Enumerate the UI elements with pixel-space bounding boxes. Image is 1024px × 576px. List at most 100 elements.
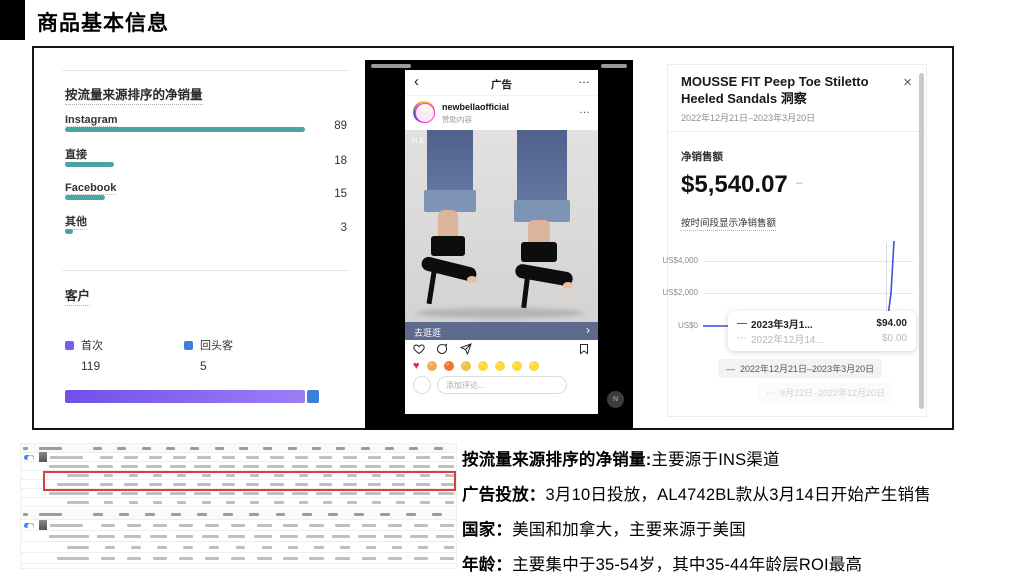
line-mark-icon: — <box>737 318 751 329</box>
ad-photo: NEWBE <box>405 130 598 322</box>
slide: 商品基本信息 按流量来源排序的净销量 Instagram89直接18Facebo… <box>0 0 1024 576</box>
ads-data-row <box>21 520 456 531</box>
ads-cell <box>115 456 139 459</box>
insight-title: MOUSSE FIT Peep Toe Stiletto Heeled Sand… <box>681 74 885 108</box>
chevron-right-icon: › <box>586 323 590 337</box>
ads-cell <box>404 557 430 560</box>
ads-cell <box>143 557 169 560</box>
ads-cell <box>310 492 334 495</box>
heart-eyes-emoji[interactable] <box>495 361 505 371</box>
ads-cell <box>261 447 285 450</box>
ads-cell <box>140 456 164 459</box>
traffic-bar <box>65 195 105 200</box>
wow-face-emoji[interactable] <box>512 361 522 371</box>
ads-cell <box>359 492 383 495</box>
legend-swatch <box>65 341 74 350</box>
ads-cell <box>407 456 431 459</box>
ads-cell <box>169 513 195 516</box>
joy-face-emoji[interactable] <box>529 361 539 371</box>
more-options-icon[interactable]: … <box>578 72 590 86</box>
heart-emoji[interactable]: ♥ <box>413 361 420 371</box>
ads-cell <box>117 513 143 516</box>
ads-cell <box>261 456 285 459</box>
ads-cell <box>91 456 115 459</box>
ads-cell <box>195 535 221 538</box>
toe-left <box>467 276 477 283</box>
ads-cell <box>407 492 431 495</box>
ads-cell <box>326 557 352 560</box>
ads-header-row <box>21 509 456 520</box>
ads-cell <box>300 546 326 549</box>
ads-cell <box>286 465 310 468</box>
ads-cell <box>188 456 212 459</box>
ads-cell <box>221 524 247 527</box>
like-icon[interactable] <box>413 343 425 355</box>
ads-cell <box>115 492 139 495</box>
ads-table-adsets <box>21 509 456 564</box>
ads-cell <box>91 524 117 527</box>
ads-cell <box>247 513 273 516</box>
ads-cell <box>430 546 456 549</box>
share-icon[interactable] <box>460 343 472 355</box>
close-icon[interactable]: × <box>903 74 912 91</box>
divider <box>668 131 926 132</box>
account-name[interactable]: newbellaofficial <box>442 102 509 112</box>
ads-cell <box>91 501 115 504</box>
note-text: 主要集中于35-54岁，其中35-44年龄层ROI最高 <box>512 556 862 574</box>
ads-data-row <box>21 553 456 564</box>
traffic-source-label: 其他 <box>65 213 87 230</box>
sandal-strap-right <box>521 242 557 262</box>
ads-cell <box>91 557 117 560</box>
stiletto-heel-right <box>521 278 530 308</box>
ads-cell <box>195 513 221 516</box>
ads-cell <box>326 546 352 549</box>
sad-face-emoji[interactable] <box>478 361 488 371</box>
note-line: 按流量来源排序的净销量:主要源于INS渠道 <box>462 446 1018 470</box>
scrollbar-thumb[interactable] <box>919 73 924 409</box>
ads-cell <box>169 546 195 549</box>
ads-cell <box>37 501 91 504</box>
ads-cell <box>404 546 430 549</box>
ads-cell <box>359 456 383 459</box>
raised-hands-emoji[interactable] <box>427 361 437 371</box>
ads-cell <box>247 557 273 560</box>
comment-icon[interactable] <box>436 343 448 355</box>
fire-emoji[interactable] <box>444 361 454 371</box>
main-panel: 按流量来源排序的净销量 Instagram89直接18Facebook15其他3… <box>32 46 954 430</box>
ads-cell <box>352 513 378 516</box>
legend-current-range[interactable]: —2022年12月21日–2023年3月20日 <box>718 359 882 378</box>
comment-row: 添加评论... <box>405 373 598 403</box>
floating-button[interactable]: N <box>607 391 624 408</box>
product-thumbnail <box>39 452 47 462</box>
ads-cell <box>37 452 91 462</box>
ads-cell <box>352 557 378 560</box>
customers-title: 客户 <box>65 285 90 304</box>
product-thumbnail <box>39 520 47 530</box>
legend-previous-label: 9月22日–2022年12月20日 <box>780 388 885 398</box>
note-label: 国家： <box>462 521 512 539</box>
chart-tooltip: — 2023年3月1... $94.00 ⋯ 2022年12月14... $0.… <box>728 311 916 351</box>
ads-cell <box>213 492 237 495</box>
traffic-chart-title: 按流量来源排序的净销量 <box>65 84 203 103</box>
ads-cell <box>21 513 37 516</box>
ads-cell <box>195 546 221 549</box>
ads-cell <box>115 447 139 450</box>
ads-cell <box>334 492 358 495</box>
axis-tick-2000: US$2,000 <box>662 288 698 297</box>
instagram-ad-card: ‹ 广告 … newbellaofficial 赞助内容 … NEWBE <box>405 70 598 414</box>
cta-bar[interactable]: 去逛逛 › <box>405 322 598 340</box>
account-avatar[interactable] <box>413 101 435 123</box>
ads-cell <box>430 557 456 560</box>
ads-cell <box>143 535 169 538</box>
clap-emoji[interactable] <box>461 361 471 371</box>
ads-cell <box>274 535 300 538</box>
legend-previous-range[interactable]: ⋯9月22日–2022年12月20日 <box>758 383 893 402</box>
ads-manager-screenshot <box>20 443 457 569</box>
ads-cell <box>274 524 300 527</box>
legend-value: 119 <box>81 359 103 373</box>
note-label: 按流量来源排序的净销量: <box>462 451 651 469</box>
customers-stacked-bar <box>65 390 319 403</box>
post-more-icon[interactable]: … <box>579 104 590 116</box>
legend-value: 5 <box>200 359 233 373</box>
comment-input[interactable]: 添加评论... <box>437 376 567 394</box>
